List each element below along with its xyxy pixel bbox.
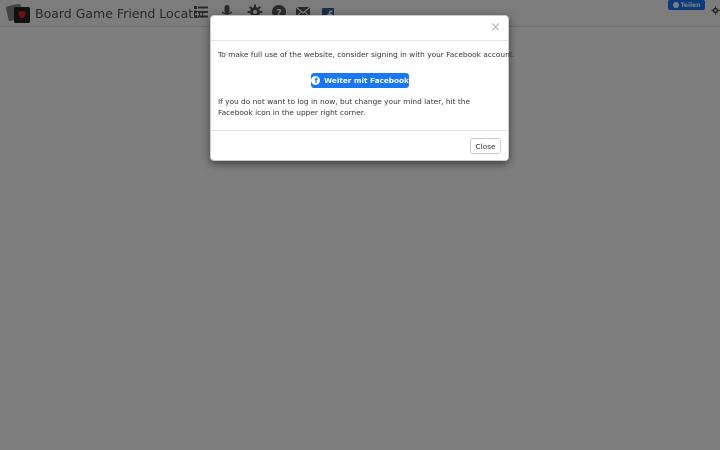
modal-header: ×: [211, 16, 508, 41]
intro-text: To make full use of the website, conside…: [218, 50, 516, 59]
modal-footer: Close: [211, 130, 508, 161]
modal-body: To make full use of the website, conside…: [218, 41, 516, 117]
facebook-icon: f: [311, 76, 321, 85]
facebook-login-label: Weiter mit Facebook: [324, 76, 409, 85]
facebook-login-button[interactable]: f Weiter mit Facebook: [311, 73, 409, 88]
outro-text: If you do not want to log in now, but ch…: [218, 97, 470, 117]
close-icon[interactable]: ×: [490, 21, 501, 34]
close-button[interactable]: Close: [470, 138, 501, 154]
login-modal: × To make full use of the website, consi…: [210, 15, 516, 161]
